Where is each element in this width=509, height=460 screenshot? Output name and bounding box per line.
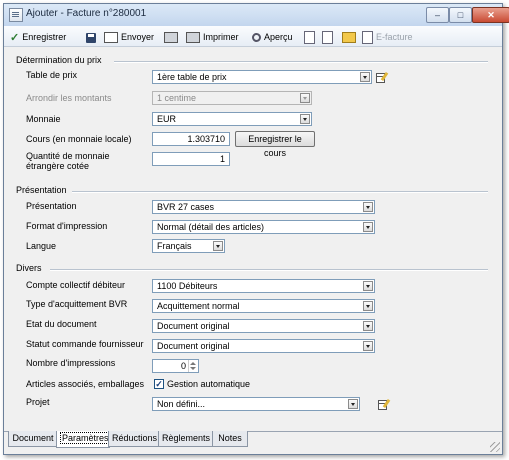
spinner-arrows-icon[interactable] [188,360,197,372]
group-divider [72,191,488,193]
currency-combo[interactable]: EUR [152,112,312,126]
rounding-label: Arrondir les montants [26,93,112,103]
disk-icon [86,32,96,43]
auto-management-label[interactable]: Gestion automatique [167,379,250,389]
group-divider [114,61,488,63]
edit-price-table-icon[interactable] [376,72,388,83]
print-format-combo[interactable]: Normal (détail des articles) [152,220,375,234]
tab-bar: Document Paramètres Réductions Règlement… [4,431,502,454]
resize-grip-icon[interactable] [490,442,500,452]
notes-button[interactable] [322,30,336,45]
title-bar: Ajouter - Facture n°280001 – □ ✕ [4,4,509,27]
rate-label: Cours (en monnaie locale) [26,134,132,144]
send-button[interactable]: Envoyer [104,30,154,44]
auto-management-checkbox[interactable]: ✓ [154,379,164,389]
edit-project-icon[interactable] [378,399,390,410]
tab-reglements[interactable]: Règlements [158,431,214,447]
project-combo[interactable]: Non défini... [152,397,360,411]
chevron-down-icon[interactable] [300,114,310,124]
document-icon [304,31,315,45]
save-button[interactable]: ✓ Enregistrer [10,30,66,44]
supplier-status-label: Statut commande fournisseur [26,339,144,349]
mail-icon [104,32,118,44]
save-disk-button[interactable] [86,30,99,44]
bvr-type-label: Type d'acquittement BVR [26,299,128,309]
qty-foreign-label-1: Quantité de monnaie [26,151,110,161]
account-combo[interactable]: 1100 Débiteurs [152,279,375,293]
toolbar: ✓ Enregistrer Envoyer Imprimer Aperçu E-f… [4,26,502,47]
group-title-pricing: Détermination du prix [16,55,102,65]
folder-button[interactable] [342,30,359,44]
save-rate-button[interactable]: Enregistrer le cours [235,131,315,158]
notes-icon [322,31,333,45]
linked-label: Articles associés, emballages [26,379,145,389]
close-button[interactable]: ✕ [472,7,509,23]
group-title-misc: Divers [16,263,42,273]
parameters-panel: Détermination du prix Table de prix 1ère… [4,47,502,432]
document-app-icon [9,8,23,22]
magnifier-icon [252,33,261,43]
presentation-combo[interactable]: BVR 27 cases [152,200,375,214]
price-table-label: Table de prix [26,70,78,80]
currency-label: Monnaie [26,114,61,124]
efacture-button[interactable]: E-facture [362,30,413,45]
efacture-icon [362,31,373,45]
prints-label: Nombre d'impressions [26,358,116,368]
chevron-down-icon[interactable] [213,241,223,251]
qty-foreign-label-2: étrangère cotée [26,161,90,171]
account-label: Compte collectif débiteur [26,280,126,290]
doc-state-label: Etat du document [26,319,97,329]
print-settings-button[interactable] [164,30,181,44]
chevron-down-icon[interactable] [363,341,373,351]
chevron-down-icon[interactable] [363,202,373,212]
tab-document[interactable]: Document [8,431,58,447]
group-title-presentation: Présentation [16,185,67,195]
group-divider [50,269,488,271]
chevron-down-icon[interactable] [363,301,373,311]
tab-reductions[interactable]: Réductions [108,431,160,447]
document-button[interactable] [304,30,318,45]
language-combo[interactable]: Français [152,239,225,253]
chevron-down-icon[interactable] [348,399,358,409]
chevron-down-icon[interactable] [363,321,373,331]
chevron-down-icon[interactable] [363,222,373,232]
chevron-down-icon [300,93,310,103]
chevron-down-icon[interactable] [360,72,370,82]
check-icon: ✓ [10,31,20,44]
printer-icon [186,32,200,44]
language-label: Langue [26,241,57,251]
maximize-button[interactable]: □ [449,7,472,23]
minimize-button[interactable]: – [426,7,449,23]
window-title: Ajouter - Facture n°280001 [26,8,147,19]
preview-button[interactable]: Aperçu [252,30,293,44]
rate-input[interactable]: 1.303710 [152,132,230,146]
folder-icon [342,32,356,44]
print-button[interactable]: Imprimer [186,30,239,44]
print-format-label: Format d'impression [26,221,108,231]
tab-notes[interactable]: Notes [212,431,248,447]
invoice-window: Ajouter - Facture n°280001 – □ ✕ ✓ Enregi… [3,3,509,455]
rounding-combo: 1 centime [152,91,312,105]
qty-foreign-input[interactable]: 1 [152,152,230,166]
printer-settings-icon [164,32,178,44]
bvr-type-combo[interactable]: Acquittement normal [152,299,375,313]
supplier-status-combo[interactable]: Document original [152,339,375,353]
price-table-combo[interactable]: 1ère table de prix [152,70,372,84]
prints-spinner[interactable]: 0 [152,359,199,373]
project-label: Projet [26,397,50,407]
tab-parametres[interactable]: Paramètres [56,431,111,448]
presentation-label: Présentation [26,201,77,211]
doc-state-combo[interactable]: Document original [152,319,375,333]
chevron-down-icon[interactable] [363,281,373,291]
